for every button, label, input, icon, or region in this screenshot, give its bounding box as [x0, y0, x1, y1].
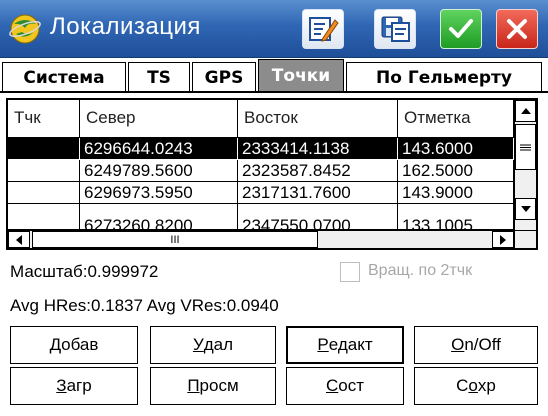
delete-button-accel: У	[192, 335, 204, 354]
tab-helmert[interactable]: По Гельмерту	[346, 62, 542, 92]
edit-document-icon	[309, 17, 339, 42]
add-button-accel: Д	[49, 335, 62, 354]
load-button-accel: З	[56, 376, 67, 395]
add-button[interactable]: Добав	[10, 326, 138, 364]
cell-point	[8, 160, 80, 182]
on-off-button[interactable]: On/Off	[414, 326, 538, 364]
on-off-button-accel: O	[451, 335, 465, 354]
cell-elevation: 143.6000	[398, 138, 514, 160]
arrow-down-icon	[520, 206, 531, 212]
vertical-scrollbar[interactable]	[514, 100, 536, 230]
column-header-elevation[interactable]: Отметка	[398, 100, 514, 138]
save-points-button-prefix: С	[456, 376, 469, 395]
title-bar: Локализация	[0, 0, 548, 58]
cell-elevation: 143.9000	[398, 182, 514, 204]
cell-east: 2323587.8452	[238, 160, 398, 182]
grip-icon	[520, 144, 531, 150]
cell-east: 2347550.0700	[238, 204, 398, 230]
cell-elevation: 162.5000	[398, 160, 514, 182]
app-logo-icon	[9, 14, 41, 44]
cell-east: 2333414.1138	[238, 138, 398, 160]
delete-button[interactable]: Удал	[150, 326, 276, 364]
tab-ts[interactable]: TS	[128, 62, 190, 92]
close-icon	[507, 19, 527, 39]
horizontal-scroll-thumb[interactable]: III	[32, 231, 318, 248]
cell-north: 6249789.5600	[80, 160, 238, 182]
close-button[interactable]	[496, 9, 538, 49]
scroll-left-button[interactable]	[8, 231, 30, 248]
view-button-label: росм	[199, 376, 239, 395]
edit-point-button-label: едакт	[328, 335, 373, 354]
cell-north: 6273260.8200	[80, 204, 238, 230]
scale-readout: Масштаб:0.999972	[10, 262, 159, 281]
residuals-readout: Avg HRes:0.1837 Avg VRes:0.0940	[10, 296, 279, 315]
scrollbar-corner	[514, 230, 536, 248]
scroll-down-button[interactable]	[515, 198, 536, 220]
save-points-button-accel: о	[468, 376, 478, 395]
tab-points[interactable]: Точки	[258, 59, 344, 92]
on-off-button-label: n/Off	[464, 335, 501, 354]
arrow-left-icon	[16, 234, 22, 245]
tabs-divider	[0, 91, 548, 93]
load-button-label: агр	[66, 376, 92, 395]
save-points-button[interactable]: Со хр	[414, 367, 538, 405]
scroll-up-button[interactable]	[515, 100, 536, 122]
cell-east: 2317131.7600	[238, 182, 398, 204]
save-points-button-label: хр	[477, 376, 496, 395]
status-button-accel: С	[325, 376, 339, 395]
window-title: Локализация	[50, 13, 201, 40]
load-button[interactable]: Загр	[10, 367, 138, 405]
check-icon	[449, 19, 473, 38]
table-row[interactable]: 6296644.0243 2333414.1138 143.6000	[8, 138, 516, 160]
points-grid[interactable]: Тчк Север Восток Отметка 6296644.0243 23…	[6, 98, 538, 250]
column-header-point[interactable]: Тчк	[8, 100, 80, 138]
ok-button[interactable]	[440, 9, 482, 49]
status-button-label: ост	[338, 376, 365, 395]
rotate-checkbox[interactable]	[340, 262, 360, 282]
table-row[interactable]: 6273260.8200 2347550.0700 133.1005	[8, 204, 516, 230]
cell-point	[8, 182, 80, 204]
scroll-right-button[interactable]	[492, 231, 514, 248]
column-header-north[interactable]: Север	[80, 100, 238, 138]
delete-button-label: дал	[203, 335, 234, 354]
edit-point-button[interactable]: Редакт	[286, 326, 404, 364]
cell-north: 6296644.0243	[80, 138, 238, 160]
save-document-icon	[381, 16, 410, 42]
cell-point	[8, 204, 80, 230]
cell-north: 6296973.5950	[80, 182, 238, 204]
add-button-label: обав	[61, 335, 99, 354]
edit-point-button-accel: Р	[317, 335, 329, 354]
column-header-east[interactable]: Восток	[238, 100, 398, 138]
vertical-scroll-thumb[interactable]	[515, 124, 536, 170]
tab-bar: Система TS GPS Точки По Гельмерту	[0, 58, 548, 92]
table-row[interactable]: 6249789.5600 2323587.8452 162.5000	[8, 160, 516, 182]
status-button[interactable]: Сост	[286, 367, 404, 405]
tab-system[interactable]: Система	[2, 62, 126, 92]
view-button-accel: П	[187, 376, 200, 395]
arrow-up-icon	[520, 108, 531, 114]
save-button[interactable]	[374, 9, 416, 49]
arrow-right-icon	[500, 234, 506, 245]
edit-button[interactable]	[302, 9, 344, 49]
cell-elevation: 133.1005	[398, 204, 514, 230]
table-row[interactable]: 6296973.5950 2317131.7600 143.9000	[8, 182, 516, 204]
cell-point	[8, 138, 80, 160]
view-button[interactable]: Просм	[150, 367, 276, 405]
horizontal-scrollbar[interactable]: III	[8, 230, 514, 248]
rotate-checkbox-label: Вращ. по 2тчк	[368, 262, 473, 279]
tab-gps[interactable]: GPS	[192, 62, 256, 92]
